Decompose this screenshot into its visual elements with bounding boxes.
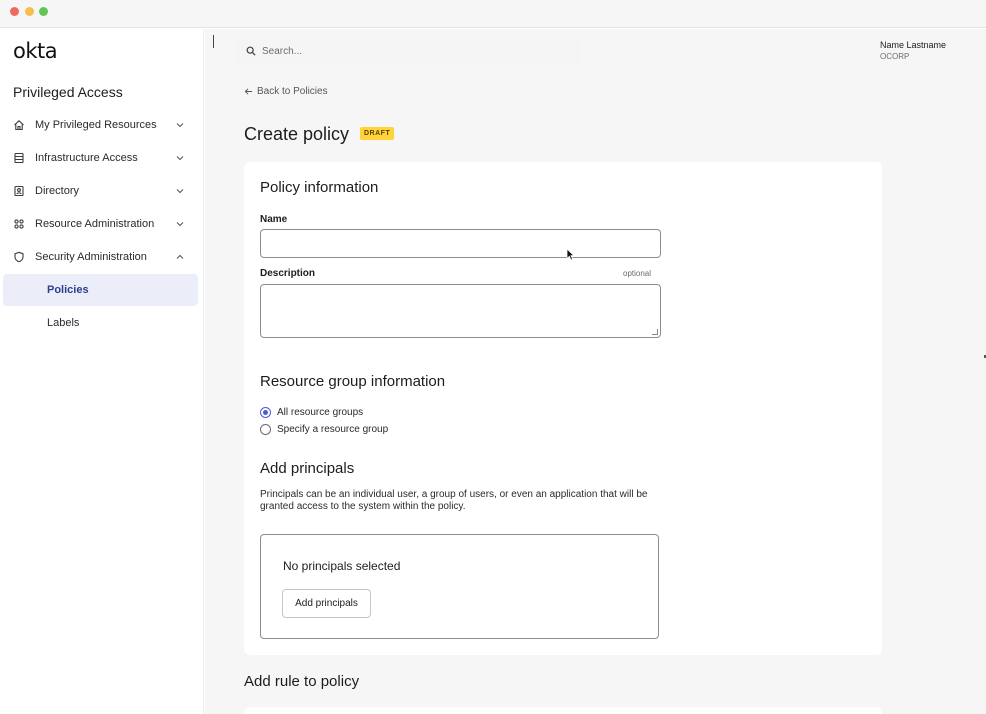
rule-card [244, 707, 882, 714]
policy-form-card: Policy information Name Description opti… [244, 162, 882, 655]
name-input[interactable] [260, 229, 661, 258]
back-link-label: Back to Policies [257, 86, 328, 97]
sidebar-subitem-labels[interactable]: Labels [3, 307, 198, 339]
user-menu[interactable]: Name Lastname OCORP [880, 40, 946, 61]
sidebar-item-directory[interactable]: Directory [3, 175, 198, 207]
policy-information-heading: Policy information [260, 179, 379, 196]
description-optional-hint: optional [623, 269, 652, 278]
sidebar-subitem-policies[interactable]: Policies [3, 274, 198, 306]
chevron-up-icon [176, 254, 184, 259]
principals-empty-state: No principals selected Add principals [260, 534, 659, 639]
window-titlebar [0, 0, 986, 28]
sidebar: okta Privileged Access My Privileged Res… [0, 29, 204, 714]
sidebar-item-my-privileged-resources[interactable]: My Privileged Resources [3, 109, 198, 141]
resource-group-heading: Resource group information [260, 373, 446, 390]
maximize-window-button[interactable] [39, 7, 48, 16]
sidebar-item-resource-administration[interactable]: Resource Administration [3, 208, 198, 240]
chevron-down-icon [176, 222, 184, 227]
text-cursor [213, 35, 214, 48]
mouse-pointer-icon [566, 248, 575, 261]
radio-button-checked[interactable] [260, 407, 271, 418]
radio-specify-resource-group[interactable]: Specify a resource group [260, 424, 388, 435]
resize-handle[interactable] [652, 329, 658, 335]
principals-description: Principals can be an individual user, a … [260, 489, 648, 512]
chevron-down-icon [176, 123, 184, 128]
page-title: Create policy [244, 124, 350, 144]
radio-label: All resource groups [277, 407, 364, 418]
server-icon [14, 152, 24, 164]
radio-label: Specify a resource group [277, 424, 389, 435]
arrow-left-icon [244, 88, 253, 95]
chevron-down-icon [176, 189, 184, 194]
sidebar-item-label: Directory [35, 185, 80, 197]
sidebar-item-label: Resource Administration [35, 218, 155, 230]
search-icon [246, 46, 256, 56]
status-badge: DRAFT [360, 127, 395, 140]
add-principals-button[interactable]: Add principals [282, 589, 371, 618]
description-label: Description [260, 268, 316, 279]
name-label: Name [260, 214, 288, 225]
user-name: Name Lastname [880, 40, 947, 50]
sidebar-item-label: Security Administration [35, 251, 147, 263]
shield-icon [14, 251, 24, 263]
back-to-policies-link[interactable]: Back to Policies [244, 86, 328, 97]
sidebar-section-title: Privileged Access [13, 84, 123, 100]
radio-all-resource-groups[interactable]: All resource groups [260, 407, 363, 418]
close-window-button[interactable] [10, 7, 19, 16]
add-rule-heading: Add rule to policy [244, 673, 360, 690]
user-org: OCORP [880, 52, 910, 61]
search-bar[interactable] [236, 37, 580, 65]
home-icon [14, 120, 24, 131]
no-principals-text: No principals selected [283, 559, 401, 573]
okta-logo[interactable]: okta [13, 39, 58, 63]
sidebar-item-label: Infrastructure Access [35, 152, 138, 164]
description-textarea[interactable] [260, 284, 661, 338]
sidebar-item-infrastructure-access[interactable]: Infrastructure Access [3, 142, 198, 174]
directory-icon [14, 185, 24, 197]
radio-button[interactable] [260, 424, 271, 435]
chevron-down-icon [176, 156, 184, 161]
minimize-window-button[interactable] [25, 7, 34, 16]
sidebar-item-label: My Privileged Resources [35, 119, 157, 131]
grid-icon [14, 219, 24, 229]
sidebar-item-security-administration[interactable]: Security Administration [3, 241, 198, 273]
add-principals-heading: Add principals [260, 460, 355, 477]
search-input[interactable] [262, 45, 562, 57]
